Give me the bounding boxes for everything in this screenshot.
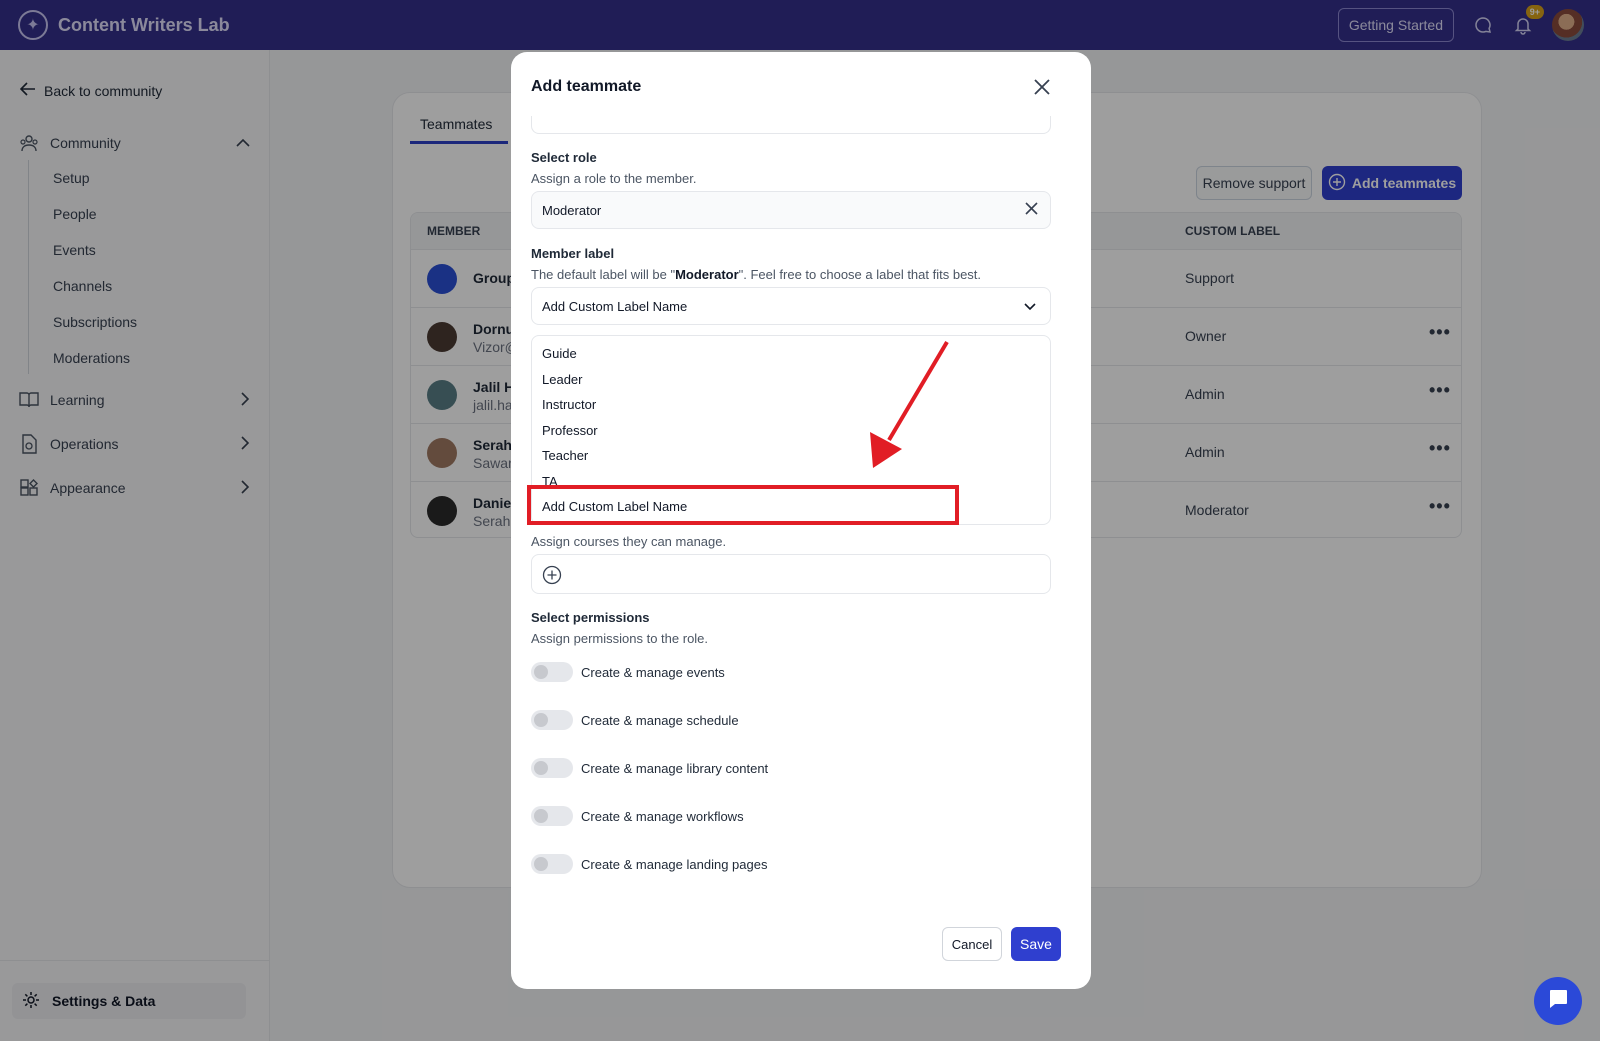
annotation-arrow bbox=[870, 340, 949, 468]
